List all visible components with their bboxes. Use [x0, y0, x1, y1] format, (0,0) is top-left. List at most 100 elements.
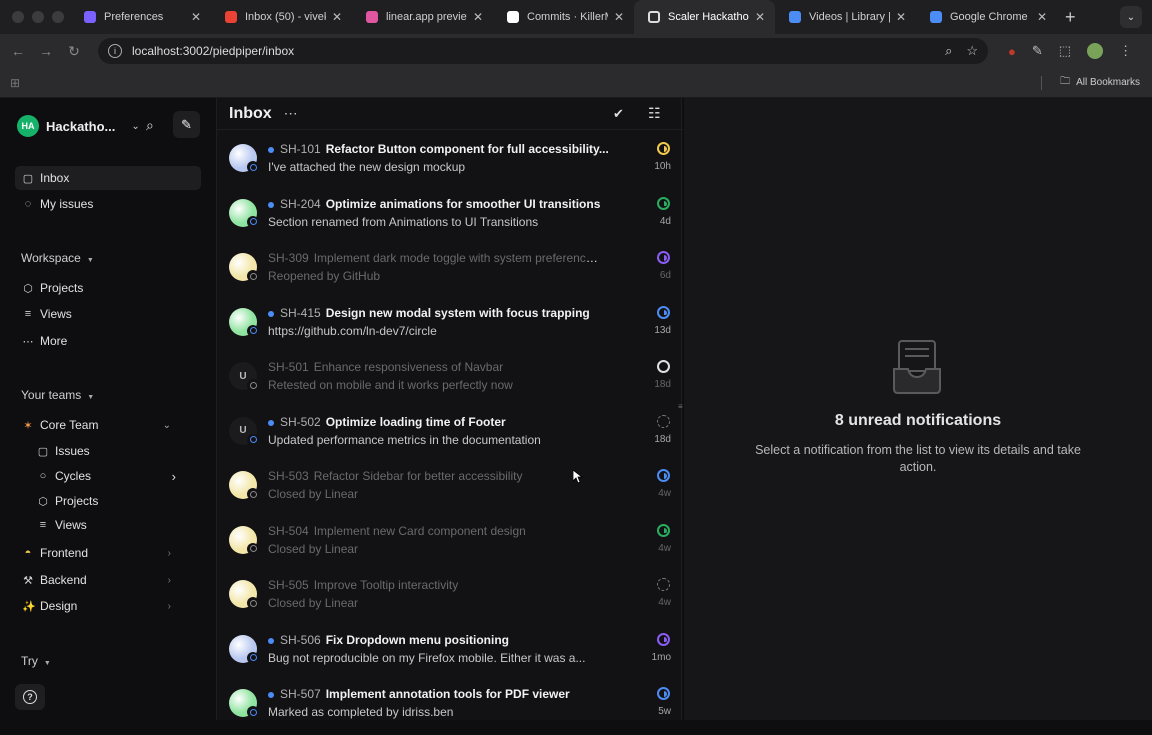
sidebar-item-label: My issues [40, 197, 94, 211]
extensions-puzzle-icon[interactable]: ⬚ [1059, 43, 1071, 59]
browser-tab[interactable]: Scaler Hackathon ✕ [634, 0, 775, 34]
pen-extension-icon[interactable]: ✎ [1032, 43, 1043, 59]
sidebar-item-more[interactable]: ⋯ More [15, 329, 201, 353]
notification-title-line: SH-507 Implement annotation tools for PDF… [280, 687, 610, 701]
timestamp: 18d [654, 433, 671, 445]
tab-favicon-icon [648, 11, 660, 23]
notification-subtitle: Updated performance metrics in the docum… [268, 432, 541, 447]
notification-row[interactable]: SH-503 Refactor Sidebar for better access… [217, 463, 683, 517]
sidebar-item-label: Views [40, 307, 72, 321]
browser-tab[interactable]: Videos | Library | L ✕ [775, 0, 916, 34]
tabs: Preferences ✕ Inbox (50) - vivek ✕ linear.ap… [70, 0, 1057, 34]
bookmarks-divider [1041, 75, 1043, 90]
extension-icon[interactable]: ● [1008, 44, 1016, 59]
profile-avatar[interactable] [1087, 43, 1104, 59]
cycles-icon: ○ [39, 470, 47, 482]
compose-button[interactable]: ✎ [173, 111, 200, 138]
team-item-views[interactable]: ≡ Views [30, 513, 190, 537]
notification-row[interactable]: U SH-501 Enhance responsiveness of Navbar R… [217, 354, 683, 408]
notification-title-line: SH-505 Improve Tooltip interactivity [268, 578, 598, 592]
team-frontend[interactable]: ◓ Frontend › [15, 541, 201, 565]
notification-subtitle: Retested on mobile and it works perfectl… [268, 378, 513, 392]
close-tab-icon[interactable]: ✕ [755, 10, 765, 24]
close-tab-icon[interactable]: ✕ [473, 10, 483, 24]
all-bookmarks-label: All Bookmarks [1076, 77, 1140, 88]
team-backend[interactable]: ⚒ Backend › [15, 568, 201, 592]
search-icon[interactable]: ⌕ [146, 117, 154, 134]
activity-type-icon [247, 270, 259, 282]
activity-type-icon [247, 161, 259, 173]
timestamp: 6d [659, 270, 671, 281]
your-teams-section-toggle[interactable]: Your teams ▼ [21, 388, 94, 402]
team-label: Frontend [40, 546, 89, 560]
notification-row[interactable]: SH-506 Fix Dropdown menu positioning Bug n… [217, 627, 683, 681]
notification-row[interactable]: SH-504 Implement new Card component desig… [217, 518, 683, 572]
timestamp: 13d [654, 324, 671, 336]
status-icon [657, 632, 670, 646]
design-sparkle-icon: ✨ [22, 600, 36, 613]
sidebar-item-views[interactable]: ≡ Views [15, 302, 201, 326]
tab-favicon-icon [930, 11, 942, 23]
notification-subtitle: https://github.com/ln-dev7/circle [268, 323, 437, 338]
sidebar-item-inbox[interactable]: ▢ Inbox [15, 166, 201, 190]
site-info-icon[interactable]: i [108, 44, 122, 58]
help-button[interactable]: ? [15, 684, 45, 710]
tab-search-button[interactable]: ⌄ [1120, 6, 1142, 28]
browser-tab[interactable]: Google Chrome - ✕ [916, 0, 1057, 34]
notification-subtitle: Section renamed from Animations to UI Tr… [268, 214, 539, 229]
chrome-menu-icon[interactable]: ⋮ [1119, 43, 1132, 59]
close-tab-icon[interactable]: ✕ [332, 10, 342, 24]
chevron-right-icon[interactable]: › [172, 469, 176, 484]
url-text: localhost:3002/piedpiper/inbox [132, 44, 295, 58]
notification-row[interactable]: SH-101 Refactor Button component for full… [217, 136, 683, 190]
close-tab-icon[interactable]: ✕ [896, 10, 906, 24]
unread-dot [268, 692, 274, 698]
workspace-switcher[interactable]: HA Hackatho... ⌄ [17, 115, 140, 137]
notification-row[interactable]: SH-309 Implement dark mode toggle with sy… [217, 245, 683, 299]
team-item-projects[interactable]: ⬡ Projects [30, 489, 190, 513]
close-tab-icon[interactable]: ✕ [1037, 10, 1047, 24]
notification-row[interactable]: SH-507 Implement annotation tools for PDF… [217, 681, 683, 735]
zoom-icon[interactable]: ⌕ [945, 43, 952, 59]
workspace-section-toggle[interactable]: Workspace ▼ [21, 251, 94, 265]
reload-icon[interactable]: ↻ [60, 43, 88, 60]
notification-row[interactable]: U SH-502 Optimize loading time of Footer Up… [217, 409, 683, 463]
browser-tab[interactable]: Preferences ✕ [70, 0, 211, 34]
mark-all-read-icon[interactable]: ✔ [613, 106, 624, 122]
bookmark-star-icon[interactable]: ☆ [966, 43, 978, 59]
minimize-window-icon[interactable] [32, 11, 44, 23]
forward-icon[interactable]: → [32, 43, 60, 59]
timestamp: 18d [654, 379, 671, 390]
all-bookmarks-button[interactable]: 🗀 All Bookmarks [1041, 74, 1140, 91]
team-item-cycles[interactable]: ○ Cycles › [30, 464, 190, 488]
issue-id: SH-506 [280, 632, 321, 647]
notification-row[interactable]: SH-204 Optimize animations for smoother U… [217, 191, 683, 245]
browser-tab[interactable]: Inbox (50) - vivek ✕ [211, 0, 352, 34]
sidebar-item-projects[interactable]: ⬡ Projects [15, 276, 201, 300]
try-section-toggle[interactable]: Try ▼ [21, 654, 51, 668]
close-tab-icon[interactable]: ✕ [191, 10, 201, 24]
team-item-issues[interactable]: ▢ Issues [30, 439, 190, 463]
filter-settings-icon[interactable]: ☷ [648, 105, 661, 122]
close-tab-icon[interactable]: ✕ [614, 10, 624, 24]
more-options-icon[interactable]: ⋯ [284, 105, 299, 122]
team-core-team[interactable]: ✶ Core Team ⌄ [15, 413, 201, 437]
close-window-icon[interactable] [12, 11, 24, 23]
notification-row[interactable]: SH-415 Design new modal system with focus… [217, 300, 683, 354]
browser-tab[interactable]: linear.app preview ✕ [352, 0, 493, 34]
tab-favicon-icon [789, 11, 801, 23]
new-tab-button[interactable]: + [1065, 7, 1076, 28]
back-icon[interactable]: ← [4, 43, 32, 59]
address-bar[interactable]: i localhost:3002/piedpiper/inbox ⌕ ☆ [98, 38, 988, 64]
empty-state-description: Select a notification from the list to v… [755, 443, 1081, 474]
issue-title: Implement dark mode toggle with system p… [313, 251, 598, 265]
team-design[interactable]: ✨ Design › [15, 594, 201, 618]
help-icon: ? [23, 690, 37, 704]
apps-grid-icon[interactable]: ⊞ [10, 76, 20, 90]
browser-tab[interactable]: Commits · KillerMe ✕ [493, 0, 634, 34]
section-label: Workspace [21, 251, 81, 265]
activity-type-icon [247, 651, 259, 664]
maximize-window-icon[interactable] [52, 11, 64, 23]
sidebar-item-my-issues[interactable]: ◌ My issues [15, 192, 201, 216]
notification-row[interactable]: SH-505 Improve Tooltip interactivity Close… [217, 572, 683, 626]
